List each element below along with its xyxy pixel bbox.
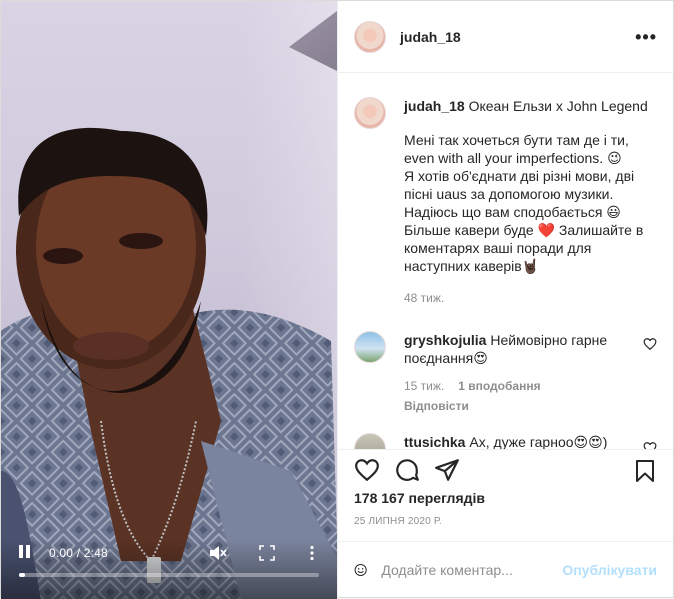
comments-list: judah_18 Океан Ельзи x John Legend Мені … bbox=[338, 73, 673, 449]
more-horizontal-icon[interactable]: ••• bbox=[635, 28, 657, 46]
action-icons bbox=[354, 450, 657, 490]
more-vertical-icon[interactable] bbox=[305, 545, 319, 561]
emoji-icon[interactable] bbox=[354, 558, 367, 582]
comment-likes[interactable]: 1 вподобання bbox=[458, 377, 540, 395]
volume-muted-icon[interactable] bbox=[209, 545, 227, 561]
comment-like-heart-icon[interactable] bbox=[643, 337, 657, 351]
caption-text: Мені так хочеться бути там де і ти, even… bbox=[404, 132, 644, 274]
comment-like-heart-icon[interactable] bbox=[643, 441, 657, 449]
comment-text: Ах, дуже гарноо😍😍) bbox=[469, 434, 608, 449]
video-time: 0.00 / 2:48 bbox=[49, 546, 108, 560]
comment-avatar[interactable] bbox=[354, 433, 386, 449]
caption-username[interactable]: judah_18 bbox=[404, 98, 465, 114]
comment-composer: Опублікувати bbox=[338, 541, 673, 597]
picture-in-picture-icon[interactable] bbox=[259, 545, 275, 561]
caption: judah_18 Океан Ельзи x John Legend Мені … bbox=[354, 97, 657, 305]
post-side-panel: judah_18 ••• judah_18 Океан Ельзи x John… bbox=[337, 1, 673, 597]
comment-username[interactable]: ttusichka bbox=[404, 434, 465, 449]
video-player[interactable]: 0.00 / 2:48 bbox=[1, 1, 337, 599]
comment-age[interactable]: 15 тиж. bbox=[404, 377, 444, 395]
comment: gryshkojulia Неймовірно гарне поєднання😍… bbox=[354, 331, 657, 415]
video-progress-bar[interactable] bbox=[19, 573, 319, 577]
video-progress-fill bbox=[19, 573, 25, 577]
views-count[interactable]: 178 167 переглядів bbox=[354, 490, 657, 506]
person-in-video bbox=[1, 127, 337, 599]
comment: ttusichka Ах, дуже гарноо😍😍) bbox=[354, 433, 657, 449]
comment-input[interactable] bbox=[381, 561, 563, 578]
reply-button[interactable]: Відповісти bbox=[404, 397, 631, 415]
comment-avatar[interactable] bbox=[354, 331, 386, 363]
pause-icon[interactable] bbox=[19, 545, 33, 559]
post-header: judah_18 ••• bbox=[338, 1, 673, 73]
bookmark-save-icon[interactable] bbox=[633, 458, 657, 484]
post-date[interactable]: 25 ЛИПНЯ 2020 Р. bbox=[354, 516, 657, 527]
publish-comment-button[interactable]: Опублікувати bbox=[562, 562, 657, 578]
caption-title: Океан Ельзи x John Legend bbox=[468, 98, 648, 114]
comment-meta: 15 тиж. 1 вподобання bbox=[404, 377, 631, 395]
share-direct-icon[interactable] bbox=[434, 457, 460, 483]
like-heart-icon[interactable] bbox=[354, 457, 380, 483]
caption-age[interactable]: 48 тиж. bbox=[404, 291, 657, 305]
video-controls: 0.00 / 2:48 bbox=[1, 539, 337, 599]
avatar[interactable] bbox=[354, 20, 386, 53]
post-dialog: 0.00 / 2:48 judah_18 ••• judah_18 Океан … bbox=[0, 0, 674, 599]
comment-bubble-icon[interactable] bbox=[394, 457, 420, 483]
caption-avatar[interactable] bbox=[354, 97, 386, 129]
caption-title-line: judah_18 Океан Ельзи x John Legend bbox=[404, 97, 657, 115]
comment-username[interactable]: gryshkojulia bbox=[404, 332, 486, 348]
header-username[interactable]: judah_18 bbox=[400, 29, 461, 45]
post-actions: 178 167 переглядів 25 ЛИПНЯ 2020 Р. bbox=[338, 449, 673, 541]
